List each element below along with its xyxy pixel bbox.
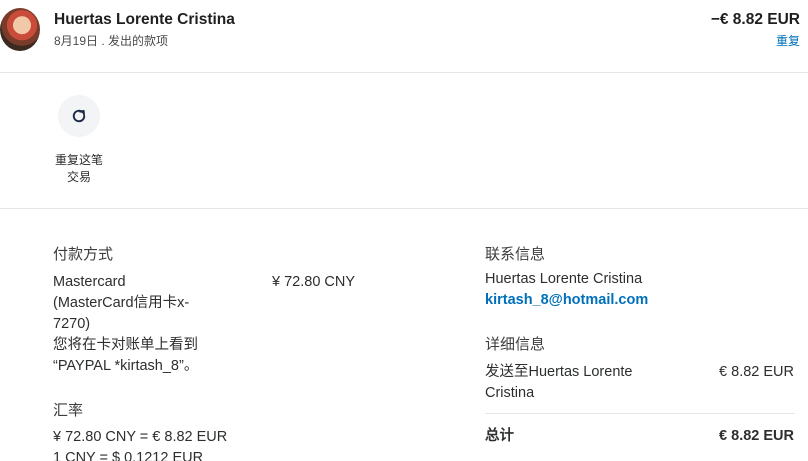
- payment-method-details: Mastercard (MasterCard信用卡x- 7270) 您将在卡对账…: [53, 272, 198, 377]
- repeat-label-line: 重复这笔: [54, 153, 103, 167]
- exchange-rate-line: 1 CNY = $ 0.1212 EUR: [53, 450, 204, 461]
- contact-email-link[interactable]: kirtash_8@hotmail.com: [485, 290, 648, 311]
- repeat-transaction-button[interactable]: [58, 95, 100, 137]
- transaction-header: Huertas Lorente Cristina 8月19日 . 发出的款项 −…: [0, 0, 808, 72]
- payment-method-line: (MasterCard信用卡x-: [53, 295, 190, 311]
- exchange-rate-line: ¥ 72.80 CNY = € 8.82 EUR: [53, 429, 228, 445]
- contact-info-title: 联系信息: [485, 246, 546, 263]
- sent-to-line: Cristina: [485, 385, 535, 401]
- transaction-detail-page: Huertas Lorente Cristina 8月19日 . 发出的款项 −…: [0, 0, 808, 461]
- sent-amount: € 8.82 EUR: [719, 364, 794, 380]
- total-divider: [485, 413, 795, 414]
- divider: [0, 72, 808, 73]
- sent-to-label: 发送至Huertas Lorente Cristina: [485, 362, 632, 404]
- payment-method-line: Mastercard: [53, 274, 126, 290]
- exchange-rate-title: 汇率: [53, 402, 84, 419]
- details-title: 详细信息: [485, 336, 546, 353]
- payment-amount: ¥ 72.80 CNY: [272, 274, 356, 290]
- total-amount: € 8.82 EUR: [719, 428, 794, 444]
- payment-method-title: 付款方式: [53, 246, 114, 263]
- statement-note-line: 您将在卡对账单上看到: [53, 337, 198, 353]
- refresh-icon: [72, 109, 86, 123]
- avatar: [0, 8, 40, 51]
- repeat-transaction-label: 重复这笔 交易: [40, 152, 118, 186]
- sent-to-line: 发送至Huertas Lorente: [485, 364, 633, 380]
- contact-name: Huertas Lorente Cristina: [485, 271, 643, 287]
- repeat-link[interactable]: 重复: [776, 32, 800, 49]
- statement-note-line: “PAYPAL *kirtash_8”。: [53, 358, 199, 374]
- repeat-label-line: 交易: [66, 170, 91, 184]
- recipient-name: Huertas Lorente Cristina: [54, 11, 235, 28]
- divider: [0, 208, 808, 209]
- payment-method-line: 7270): [53, 316, 91, 332]
- transaction-amount: −€ 8.82 EUR: [710, 11, 800, 28]
- transaction-date-type: 8月19日 . 发出的款项: [54, 34, 169, 48]
- total-label: 总计: [485, 428, 514, 444]
- exchange-rate-details: ¥ 72.80 CNY = € 8.82 EUR 1 CNY = $ 0.121…: [53, 427, 227, 461]
